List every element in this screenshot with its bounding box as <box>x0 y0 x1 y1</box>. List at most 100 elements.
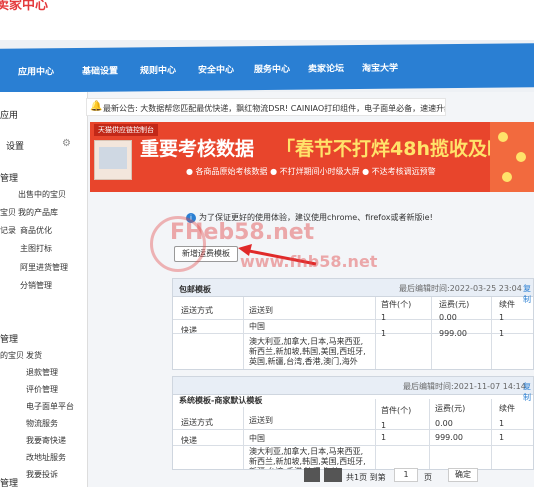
browser-hint: i 为了保证更好的使用体验，建议使用chrome、firefox或者新版ie! <box>186 212 433 223</box>
pager-unit: 页 <box>424 473 432 482</box>
sidebar-item-refund[interactable]: 退款管理 <box>26 367 58 378</box>
column-divider <box>429 399 430 469</box>
sidebar-item-address-change[interactable]: 改地址服务 <box>26 452 66 463</box>
table-cell: 1 <box>381 421 387 430</box>
nav-seller-forum[interactable]: 卖家论坛 <box>308 61 344 74</box>
sidebar-item-sold[interactable]: 的宝贝 <box>0 350 24 361</box>
column-header: 运送到 <box>249 416 273 425</box>
speaker-icon: 🔔 <box>90 101 103 112</box>
page-next-button[interactable] <box>324 468 342 482</box>
sidebar-item-on-sale[interactable]: 出售中的宝贝 <box>18 189 66 200</box>
table-cell: 999.00 <box>439 329 467 338</box>
sidebar-item-product-lib[interactable]: 我的产品库 <box>18 207 58 218</box>
column-divider <box>491 399 492 469</box>
seller-center-screen: 卖家中心 应用中心 基础设置 规则中心 安全中心 服务中心 卖家论坛 淘宝大学 … <box>0 0 534 487</box>
nav-basic-settings[interactable]: 基础设置 <box>82 64 118 77</box>
announcement-label: 最新公告: <box>103 104 138 113</box>
sidebar-item-goods[interactable]: 宝贝 <box>0 207 16 218</box>
sidebar-item-main-image[interactable]: 主图打标 <box>20 243 52 254</box>
table-cell: 0.00 <box>439 313 457 322</box>
copy-template-link[interactable]: 复制 <box>523 381 533 403</box>
page-number-input[interactable]: 1 <box>394 468 418 482</box>
sidebar-item-ship[interactable]: 发货 <box>26 350 42 361</box>
row-divider <box>173 429 533 430</box>
banner-tags: ● 各商品原始考核数据 ● 不打烊期间小时级大屏 ● 不达考核调远预警 <box>186 167 436 176</box>
nav-security-center[interactable]: 安全中心 <box>198 62 234 75</box>
banner-subtitle: 「春节不打烊48h揽收及时率 <box>276 138 525 160</box>
page-prev-button[interactable] <box>304 468 320 482</box>
main-nav: 应用中心 基础设置 规则中心 安全中心 服务中心 卖家论坛 淘宝大学 <box>0 43 534 93</box>
column-divider <box>375 399 376 469</box>
red-arrow-annotation <box>238 244 317 266</box>
table-cell: 999.00 <box>435 433 463 442</box>
taobao-logo[interactable]: 卖家中心 <box>0 0 48 13</box>
sidebar-group-apps[interactable]: 应用 <box>0 108 18 121</box>
last-edit-time: 最后编辑时间:2022-03-25 23:04 <box>399 284 522 293</box>
table-cell: 1 <box>499 313 505 322</box>
column-divider <box>375 297 376 369</box>
sidebar-group-logistics: 管理 <box>0 335 19 345</box>
promo-banner[interactable]: 天猫供应链控制台 重要考核数据 「春节不打烊48h揽收及时率 ● 各商品原始考核… <box>90 122 534 192</box>
card-header: 包邮模板 最后编辑时间:2022-03-25 23:04 复制 <box>173 279 533 304</box>
add-freight-template-button[interactable]: 新增运费模板 <box>174 246 238 262</box>
sidebar-item-optimize[interactable]: 商品优化 <box>20 225 52 236</box>
table-cell: 1 <box>381 433 387 442</box>
nav-service-center[interactable]: 服务中心 <box>254 62 290 75</box>
sidebar-settings[interactable]: 设置 <box>6 139 24 152</box>
last-edit-time: 最后编辑时间:2021-11-07 14:14 <box>403 382 526 391</box>
card-header: 系统模板-商家默认模板 最后编辑时间:2021-11-07 14:14 复制 <box>173 377 533 405</box>
column-header: 运送方式 <box>181 418 213 427</box>
sidebar-group-bottom: 管理 <box>0 479 19 487</box>
table-cell: 0.00 <box>435 419 453 428</box>
column-divider <box>243 407 244 469</box>
sidebar-group-goods: 管理 <box>0 174 19 184</box>
browser-hint-text: 为了保证更好的使用体验，建议使用chrome、firefox或者新版ie! <box>199 213 433 222</box>
announcement-text[interactable]: 大数据帮您匹配最优快递，飘红物流DSR! CAINIAO打印组件，电子面单必备，… <box>140 104 445 113</box>
template-title: 系统模板-商家默认模板 <box>179 396 263 405</box>
column-header: 首件(个) <box>381 300 412 309</box>
table-cell: 中国 <box>249 322 265 331</box>
announcement-bar[interactable]: 🔔 最新公告: 大数据帮您匹配最优快递，飘红物流DSR! CAINIAO打印组件… <box>86 98 446 116</box>
sidebar-item-distribution[interactable]: 分销管理 <box>20 280 52 291</box>
pager-total: 共1页 到第 <box>346 473 386 482</box>
table-cell: 快递 <box>181 326 197 335</box>
column-divider <box>431 297 432 369</box>
sidebar: 应用 设置 ⚙ 管理 出售中的宝贝 宝贝 我的产品库 记录 商品优化 主图打标 … <box>0 92 88 487</box>
row-divider <box>173 333 533 334</box>
table-cell: 1 <box>499 419 505 428</box>
sidebar-item-send-express[interactable]: 我要寄快递 <box>26 435 66 446</box>
column-header: 运送到 <box>249 306 273 315</box>
table-cell: 中国 <box>249 434 265 443</box>
nav-app-center[interactable]: 应用中心 <box>18 64 54 77</box>
sidebar-item-e-waybill[interactable]: 电子面单平台 <box>26 401 74 412</box>
sidebar-item-logistics-service[interactable]: 物流服务 <box>26 418 58 429</box>
copy-template-link[interactable]: 复制 <box>523 283 533 305</box>
column-header: 运送方式 <box>181 306 213 315</box>
table-cell: 1 <box>499 329 505 338</box>
row-divider <box>173 445 533 446</box>
sidebar-item-complaint[interactable]: 我要投诉 <box>26 469 58 480</box>
top-header: 卖家中心 <box>0 0 534 40</box>
freight-template-card: 包邮模板 最后编辑时间:2022-03-25 23:04 复制 运送方式 运送到… <box>172 278 534 370</box>
nav-taobao-university[interactable]: 淘宝大学 <box>362 61 398 74</box>
row-divider <box>173 319 533 320</box>
column-header: 运费(元) <box>439 300 470 309</box>
column-divider <box>243 297 244 369</box>
banner-decoration <box>490 122 534 192</box>
column-header: 运费(元) <box>435 404 466 413</box>
column-divider <box>491 297 492 369</box>
gear-icon[interactable]: ⚙ <box>62 138 71 149</box>
sidebar-item-review[interactable]: 评价管理 <box>26 384 58 395</box>
template-title: 包邮模板 <box>179 285 211 294</box>
nav-rules-center[interactable]: 规则中心 <box>140 63 176 76</box>
table-cell: 1 <box>381 313 387 322</box>
truck-icon <box>94 140 132 180</box>
freight-template-card: 系统模板-商家默认模板 最后编辑时间:2021-11-07 14:14 复制 运… <box>172 376 534 470</box>
table-cell: 1 <box>381 329 387 338</box>
column-header: 首件(个) <box>381 406 412 415</box>
column-header: 续件 <box>499 404 515 413</box>
page-go-button[interactable]: 确定 <box>448 468 478 482</box>
table-cell: 澳大利亚,加拿大,日本,马来西亚,新西兰,新加坡,韩国,美国,西班牙,英国,新疆… <box>249 337 366 366</box>
sidebar-item-records[interactable]: 记录 <box>0 225 16 236</box>
sidebar-item-ali-stock[interactable]: 阿里进货管理 <box>20 262 68 273</box>
